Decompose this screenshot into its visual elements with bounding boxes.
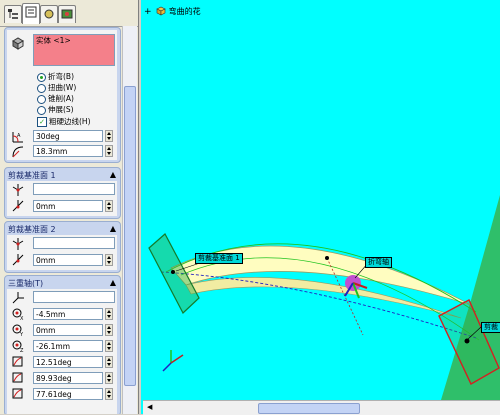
triad-collapse-icon[interactable]: ▲ bbox=[110, 278, 116, 287]
trim-plane-2-body: 0mm bbox=[7, 235, 117, 270]
triad-z-rotation-icon bbox=[12, 388, 23, 399]
angle-input[interactable]: 30deg bbox=[33, 130, 103, 142]
tab-configuration-manager[interactable] bbox=[40, 5, 58, 23]
bodies-selected-item[interactable]: 实体 <1> bbox=[36, 36, 71, 45]
triad-y-spinner[interactable] bbox=[105, 324, 113, 336]
trim-plane-2-group: 剪裁基准面 2 ▲ 0mm bbox=[4, 221, 121, 273]
view-orientation-x-axis bbox=[170, 354, 184, 364]
svg-text:Y: Y bbox=[19, 332, 24, 337]
manager-tabs bbox=[0, 0, 138, 27]
trim-plane-reference-icon bbox=[12, 238, 24, 250]
trim-plane-2-offset-spinner[interactable] bbox=[105, 254, 113, 266]
triad-title[interactable]: 三重轴(T) bbox=[8, 278, 43, 289]
svg-text:X: X bbox=[20, 316, 24, 321]
graphics-viewport[interactable]: + 弯曲的花 剪裁基准面 1 折弯轴 剪裁 bbox=[141, 0, 500, 414]
view-orientation-z-axis bbox=[162, 362, 172, 372]
bodies-selection-box[interactable]: 实体 <1> bbox=[33, 34, 115, 66]
tab-display-manager[interactable] bbox=[58, 5, 76, 23]
trim-plane-1-group: 剪裁基准面 1 ▲ 0mm bbox=[4, 167, 121, 219]
feature-tree-icon bbox=[8, 9, 18, 19]
property-manager-scrollbar[interactable] bbox=[122, 26, 137, 414]
trim-plane-2-collapse-icon[interactable]: ▲ bbox=[110, 224, 116, 233]
triad-reference-input[interactable] bbox=[33, 291, 115, 303]
triad-y-position-icon: Y bbox=[12, 324, 24, 337]
property-manager-pane: 实体 <1> 折弯(B) 扭曲(W) 锥削(A) 伸展(S) 粗硬边线(H) A… bbox=[0, 0, 139, 414]
radius-spinner[interactable] bbox=[105, 145, 113, 157]
tab-property-manager[interactable] bbox=[22, 3, 40, 24]
trim-plane-1-offset-spinner[interactable] bbox=[105, 200, 113, 212]
triad-x-input[interactable]: -4.5mm bbox=[33, 308, 103, 320]
trim-plane-1-reference-input[interactable] bbox=[33, 183, 115, 195]
triad-y-rotation-icon bbox=[12, 372, 23, 383]
viewport-scroll-thumb[interactable] bbox=[258, 403, 360, 414]
offset-icon bbox=[12, 200, 24, 212]
flex-property-manager: 实体 <1> 折弯(B) 扭曲(W) 锥削(A) 伸展(S) 粗硬边线(H) A… bbox=[4, 27, 121, 414]
triad-group: 三重轴(T) ▲ X -4.5mm Y 0mm Z -26.1mm 12.51d… bbox=[4, 275, 121, 414]
flex-input-body: 实体 <1> 折弯(B) 扭曲(W) 锥削(A) 伸展(S) 粗硬边线(H) A… bbox=[7, 30, 117, 160]
triad-x-rotation-spinner[interactable] bbox=[105, 356, 113, 368]
triad-x-spinner[interactable] bbox=[105, 308, 113, 320]
triad-z-input[interactable]: -26.1mm bbox=[33, 340, 103, 352]
tab-feature-manager[interactable] bbox=[4, 5, 22, 23]
triad-y-rotation-spinner[interactable] bbox=[105, 372, 113, 384]
flex-type-tapering-radio[interactable]: 锥削(A) bbox=[37, 94, 74, 104]
offset-icon bbox=[12, 254, 24, 266]
radius-icon bbox=[12, 146, 24, 158]
triad-z-spinner[interactable] bbox=[105, 340, 113, 352]
radius-input[interactable]: 18.3mm bbox=[33, 145, 103, 157]
triad-z-rotation-spinner[interactable] bbox=[105, 388, 113, 400]
trim-plane-reference-icon bbox=[12, 184, 24, 196]
svg-text:Z: Z bbox=[20, 348, 24, 353]
trim-plane-2-offset-input[interactable]: 0mm bbox=[33, 254, 103, 266]
trim-plane-1-offset-input[interactable]: 0mm bbox=[33, 200, 103, 212]
trim-plane-2-reference-input[interactable] bbox=[33, 237, 115, 249]
property-manager-scroll-thumb[interactable] bbox=[124, 86, 136, 386]
triad-y-input[interactable]: 0mm bbox=[33, 324, 103, 336]
viewport-horizontal-scrollbar[interactable]: ◀ bbox=[143, 400, 500, 415]
property-manager-icon bbox=[25, 6, 37, 18]
angle-spinner[interactable] bbox=[105, 130, 113, 142]
trim-plane-1-body: 0mm bbox=[7, 181, 117, 216]
triad-y-rotation-input[interactable]: 89.93deg bbox=[33, 372, 103, 384]
configuration-icon bbox=[44, 9, 54, 19]
angle-icon: A bbox=[12, 132, 23, 143]
flex-type-twisting-radio[interactable]: 扭曲(W) bbox=[37, 83, 76, 93]
triad-x-rotation-input[interactable]: 12.51deg bbox=[33, 356, 103, 368]
trim-plane-2-title[interactable]: 剪裁基准面 2 bbox=[8, 224, 56, 235]
triad-z-rotation-input[interactable]: 77.61deg bbox=[33, 388, 103, 400]
flex-input-group: 实体 <1> 折弯(B) 扭曲(W) 锥削(A) 伸展(S) 粗硬边线(H) A… bbox=[4, 27, 121, 163]
hard-edges-checkbox[interactable]: 粗硬边线(H) bbox=[37, 117, 91, 127]
triad-z-position-icon: Z bbox=[12, 340, 24, 353]
bend-center-point[interactable] bbox=[325, 256, 329, 260]
scroll-left-icon[interactable]: ◀ bbox=[147, 403, 152, 411]
triad-reference-icon bbox=[12, 292, 24, 304]
model-graphics bbox=[148, 195, 500, 400]
svg-text:A: A bbox=[17, 133, 21, 139]
bodies-icon bbox=[12, 37, 24, 50]
trim-plane-1-callout[interactable]: 剪裁基准面 1 bbox=[195, 253, 243, 264]
triad-callout[interactable]: 折弯轴 bbox=[365, 257, 392, 268]
trim-plane-1-title[interactable]: 剪裁基准面 1 bbox=[8, 170, 56, 181]
flex-type-bending-radio[interactable]: 折弯(B) bbox=[37, 72, 74, 82]
flex-type-stretching-radio[interactable]: 伸展(S) bbox=[37, 105, 74, 115]
trim-plane-1-point[interactable] bbox=[171, 270, 175, 274]
triad-body: X -4.5mm Y 0mm Z -26.1mm 12.51deg 89.93d… bbox=[7, 289, 117, 414]
triad-x-rotation-icon bbox=[12, 356, 23, 367]
triad-x-position-icon: X bbox=[12, 308, 24, 321]
trim-plane-2-point[interactable] bbox=[464, 338, 470, 344]
display-manager-icon bbox=[61, 9, 73, 19]
trim-plane-2-callout[interactable]: 剪裁 bbox=[481, 322, 500, 333]
trim-plane-1-collapse-icon[interactable]: ▲ bbox=[110, 170, 116, 179]
